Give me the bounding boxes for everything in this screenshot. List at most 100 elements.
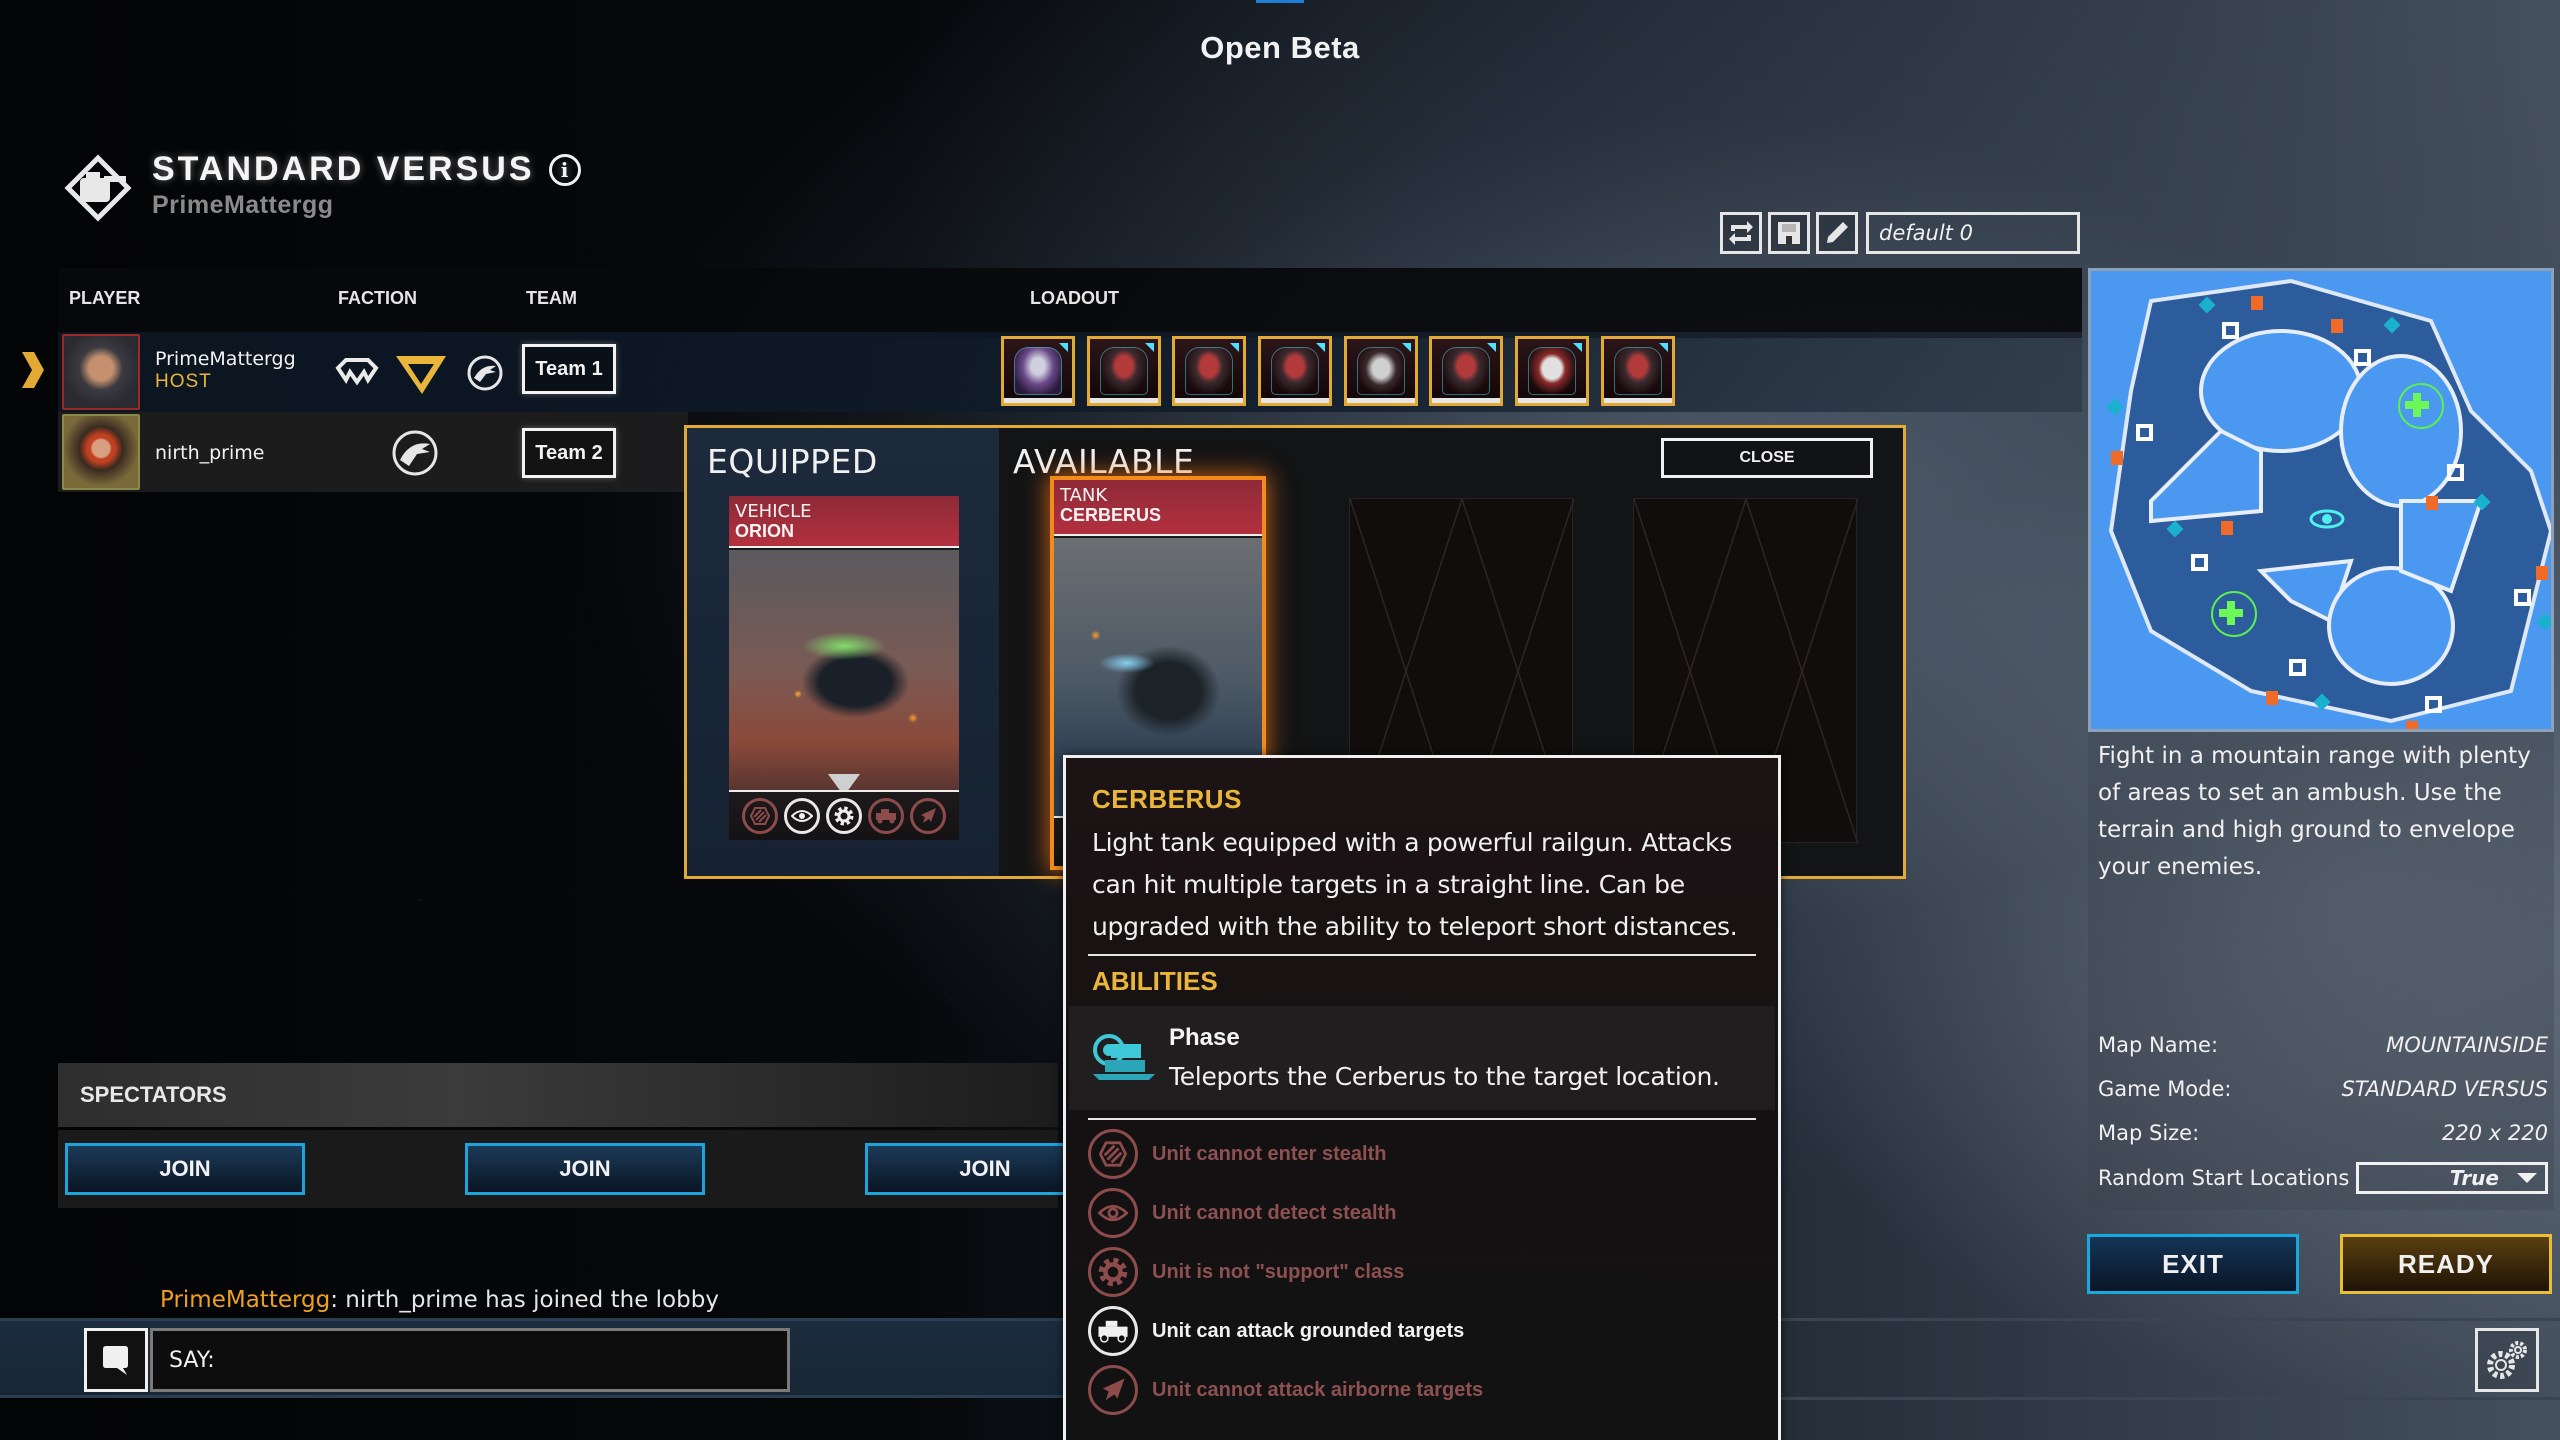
loadout-toolbar: default 0 [1720,212,2080,254]
team-select-button[interactable]: Team 1 [522,344,616,394]
minimap[interactable] [2088,268,2554,732]
random-start-select[interactable]: True [2356,1162,2548,1194]
available-title: AVAILABLE [1013,442,1195,481]
minimap-terrain [2091,271,2551,729]
ground-vehicle-icon [1088,1306,1138,1356]
map-name-value: MOUNTAINSIDE [2386,1033,2548,1057]
divider [1088,954,1756,956]
player-avatar[interactable] [62,414,140,490]
chat-channel-button[interactable] [84,1328,148,1392]
slot-corner-marker [1659,343,1668,352]
join-spectator-button[interactable]: JOIN [465,1143,705,1195]
loadout-slot[interactable] [1258,336,1332,406]
tooltip-title: CERBERUS [1092,784,1242,814]
game-mode-label: Game Mode: [2098,1077,2232,1101]
eagle-faction-icon[interactable] [390,428,440,478]
triangle-faction-icon[interactable] [394,354,448,396]
loadout-slot[interactable] [1344,336,1418,406]
trait-label: Unit cannot attack airborne targets [1152,1378,1484,1401]
chevron-down-icon [2517,1173,2537,1183]
info-icon[interactable]: i [548,153,581,186]
loadout-slot[interactable] [1601,336,1675,406]
trait-label: Unit cannot enter stealth [1152,1142,1387,1165]
equipped-unit-card[interactable]: VEHICLE ORION [729,496,959,840]
map-size-row: Map Size: 220 x 220 [2098,1121,2548,1145]
team-select-button[interactable]: Team 2 [522,428,616,478]
phase-ability-icon [1093,1034,1155,1080]
ability-name: Phase [1169,1024,1240,1051]
column-loadout: LOADOUT [1030,288,1119,308]
map-size-value: 220 x 220 [2442,1121,2548,1145]
trait-row: Unit can attack grounded targets [1088,1305,1464,1357]
stealth-icon [742,798,778,834]
random-start-label: Random Start Locations [2098,1166,2350,1190]
orion-artwork [729,550,959,790]
trait-row: Unit cannot enter stealth [1088,1128,1386,1180]
gears-icon [2487,1341,2527,1379]
jet-icon [910,798,946,834]
column-faction: FACTION [338,288,417,308]
loadout-slot[interactable] [1087,336,1161,406]
floppy-disk-icon [1778,222,1800,244]
column-team: TEAM [526,288,577,308]
random-start-row: Random Start Locations True [2098,1162,2548,1194]
current-player-arrow-icon [22,352,44,388]
slot-corner-marker [1573,343,1582,352]
host-badge: HOST [155,371,212,392]
close-button[interactable]: CLOSE [1661,438,1873,478]
exit-button[interactable]: EXIT [2087,1234,2299,1294]
slot-corner-marker [1402,343,1411,352]
settings-button[interactable] [2475,1328,2539,1392]
save-loadout-button[interactable] [1768,212,1810,254]
game-mode-row: Game Mode: STANDARD VERSUS [2098,1077,2548,1101]
slot-corner-marker [1059,343,1068,352]
eagle-faction-icon[interactable] [466,354,504,392]
loadout-slot[interactable] [1515,336,1589,406]
map-description: Fight in a mountain range with plenty of… [2098,743,2531,880]
stealth-icon [1088,1129,1138,1179]
chat-input[interactable]: SAY: [150,1328,790,1392]
eye-icon [1088,1188,1138,1238]
equipped-pane: EQUIPPED VEHICLE ORION [687,428,999,876]
trait-label: Unit can attack grounded targets [1152,1319,1465,1342]
trait-row: Unit cannot attack airborne targets [1088,1364,1483,1416]
rename-loadout-button[interactable] [1816,212,1858,254]
chat-author: PrimeMattergg [160,1287,331,1313]
trait-row: Unit is not "support" class [1088,1246,1404,1298]
card-name: ORION [735,521,795,541]
swap-icon [1729,221,1753,245]
chat-text: : nirth_prime has joined the lobby [330,1287,719,1313]
pencil-icon [1827,222,1848,243]
card-type: VEHICLE [735,501,812,522]
random-start-value: True [2449,1166,2499,1190]
unit-tooltip: CERBERUS Light tank equipped with a powe… [1063,755,1781,1440]
map-name-label: Map Name: [2098,1033,2219,1057]
speech-bubble-icon [103,1346,128,1375]
tooltip-description: Light tank equipped with a powerful rail… [1092,828,1738,941]
loadout-slot[interactable] [1172,336,1246,406]
slot-corner-marker [1230,343,1239,352]
wing-faction-icon[interactable] [334,358,380,388]
trait-label: Unit is not "support" class [1152,1260,1405,1283]
eye-icon [784,798,820,834]
loadout-slot-commander[interactable] [1001,336,1075,406]
ability-entry: Phase Teleports the Cerberus to the targ… [1069,1006,1775,1110]
map-name-row: Map Name: MOUNTAINSIDE [2098,1033,2548,1057]
gear-icon [1088,1247,1138,1297]
player-avatar[interactable] [62,334,140,410]
trait-row: Unit cannot detect stealth [1088,1187,1396,1239]
ready-button[interactable]: READY [2340,1234,2552,1294]
loadout-slot[interactable] [1429,336,1503,406]
top-accent-bar [1256,0,1304,3]
game-mode-value: STANDARD VERSUS [2341,1077,2548,1101]
swap-loadout-button[interactable] [1720,212,1762,254]
card-type: TANK [1060,485,1108,506]
player-name: PrimeMattergg [155,348,296,370]
trait-label: Unit cannot detect stealth [1152,1201,1397,1224]
abilities-heading: ABILITIES [1092,966,1218,996]
divider [1088,1118,1756,1120]
loadout-name-field[interactable]: default 0 [1866,212,2080,254]
open-beta-banner: Open Beta [1200,30,1360,65]
chat-message: PrimeMattergg: nirth_prime has joined th… [160,1287,719,1313]
join-spectator-button[interactable]: JOIN [65,1143,305,1195]
